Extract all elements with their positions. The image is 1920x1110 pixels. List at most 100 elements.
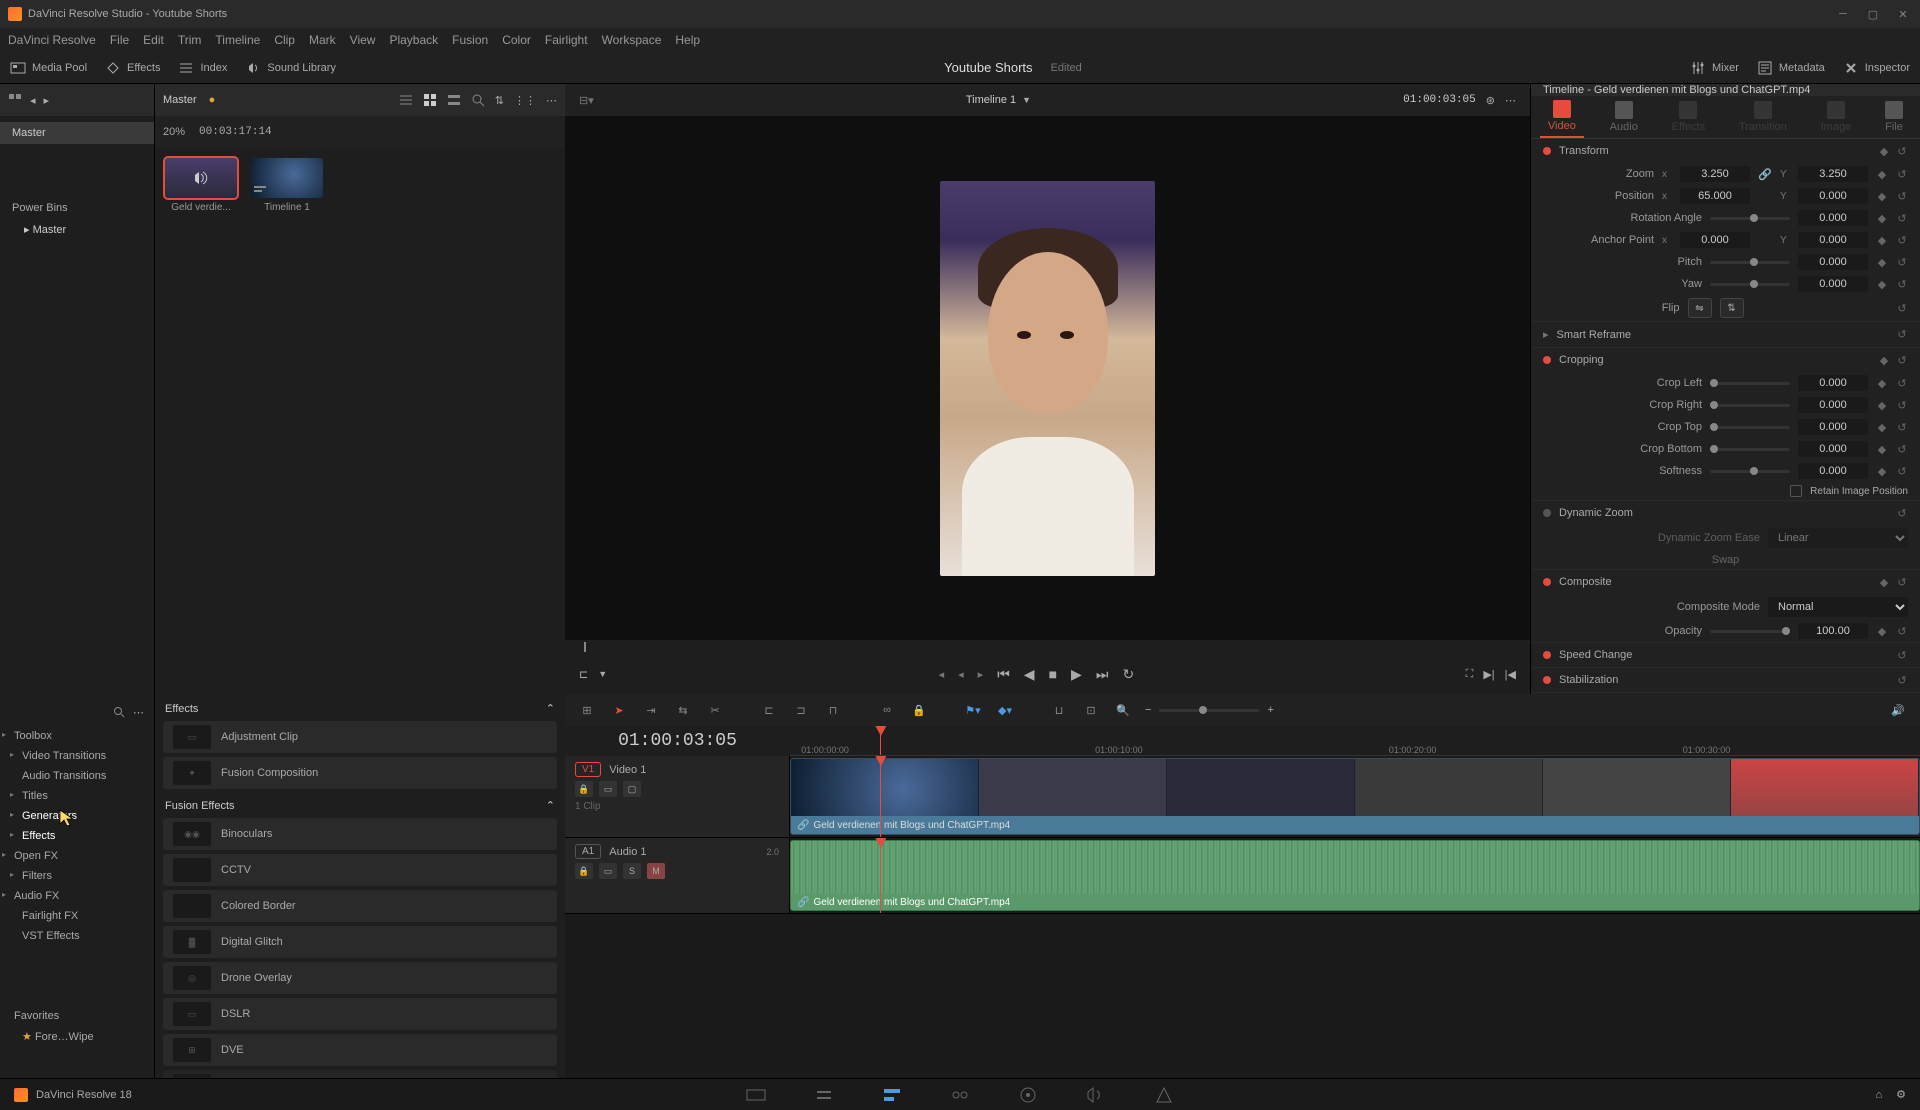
sort-icon[interactable]: ⇅ — [495, 94, 504, 107]
reset-icon[interactable]: ↺ — [1896, 168, 1908, 180]
track-auto-icon[interactable]: ▭ — [599, 781, 617, 797]
zoom-in-icon[interactable]: + — [1267, 704, 1273, 716]
retain-checkbox[interactable] — [1790, 485, 1802, 497]
match-frame-icon[interactable]: ◂ — [939, 668, 945, 681]
mark-in-icon[interactable]: ⊏ — [579, 668, 588, 681]
menu-item[interactable]: Edit — [143, 33, 164, 47]
yaw-slider[interactable] — [1710, 283, 1790, 286]
reset-icon[interactable]: ↺ — [1896, 145, 1908, 157]
viewer-zoom[interactable]: ⊟▾ — [579, 94, 594, 107]
reset-icon[interactable]: ↺ — [1896, 354, 1908, 366]
play-button[interactable]: ▶ — [1071, 666, 1082, 683]
viewer-timecode[interactable]: 01:00:03:05 — [1403, 94, 1476, 106]
crop-top-input[interactable] — [1798, 419, 1868, 435]
link-icon[interactable]: ∞ — [877, 700, 897, 720]
menu-item[interactable]: Playback — [389, 33, 438, 47]
pitch-slider[interactable] — [1710, 261, 1790, 264]
power-bins-header[interactable]: Power Bins — [0, 194, 154, 218]
media-clip[interactable]: Geld verdie... — [165, 158, 237, 213]
rotation-slider[interactable] — [1710, 217, 1790, 220]
effects-category[interactable]: Effects⌃ — [155, 694, 565, 719]
effect-item[interactable]: ⊞DVE — [163, 1034, 557, 1066]
stop-button[interactable]: ■ — [1049, 666, 1057, 682]
selection-tool[interactable]: ➤ — [609, 700, 629, 720]
fairlight-page-tab[interactable] — [1082, 1081, 1110, 1109]
tree-audio-transitions[interactable]: Audio Transitions — [0, 766, 154, 786]
zoom-full-icon[interactable]: 🔍 — [1113, 700, 1133, 720]
crop-bottom-slider[interactable] — [1710, 448, 1790, 451]
color-page-tab[interactable] — [1014, 1081, 1042, 1109]
timeline-timecode[interactable]: 01:00:03:05 — [565, 726, 790, 756]
pos-x-input[interactable] — [1680, 188, 1750, 204]
menu-item[interactable]: File — [110, 33, 129, 47]
crop-right-input[interactable] — [1798, 397, 1868, 413]
smart-reframe-header[interactable]: ▸Smart Reframe ↺ — [1531, 322, 1920, 347]
dynamic-trim-tool[interactable]: ⇆ — [673, 700, 693, 720]
mute-button[interactable]: M — [647, 863, 665, 879]
composite-header[interactable]: Composite ◆↺ — [1531, 570, 1920, 594]
tree-audiofx[interactable]: Audio FX — [0, 886, 154, 906]
timeline-view-icon[interactable]: ⊞ — [577, 700, 597, 720]
out-point-icon[interactable]: |◀ — [1505, 668, 1516, 681]
audio-track-header[interactable]: A1Audio 12.0 🔒 ▭ S M — [565, 838, 790, 913]
reset-icon[interactable]: ↺ — [1896, 302, 1908, 314]
reverse-button[interactable]: ◀ — [1024, 666, 1035, 683]
sound-library-toggle[interactable]: Sound Library — [245, 60, 336, 76]
audio-clip[interactable]: 🔗Geld verdienen mit Blogs und ChatGPT.mp… — [790, 840, 1920, 911]
zoom-x-input[interactable] — [1680, 166, 1750, 182]
menu-item[interactable]: Help — [675, 33, 700, 47]
viewer-canvas[interactable] — [565, 116, 1530, 640]
media-page-tab[interactable] — [742, 1081, 770, 1109]
keyframe-icon[interactable]: ◆ — [1876, 212, 1888, 224]
opacity-slider[interactable] — [1710, 630, 1790, 633]
mixer-toggle[interactable]: Mixer — [1690, 60, 1739, 76]
marker-icon[interactable]: ◆▾ — [995, 700, 1015, 720]
tree-video-transitions[interactable]: Video Transitions — [0, 746, 154, 766]
list-view-icon[interactable] — [399, 93, 413, 107]
pitch-input[interactable] — [1798, 254, 1868, 270]
media-clip[interactable]: Timeline 1 — [251, 158, 323, 213]
reset-icon[interactable]: ↺ — [1896, 329, 1908, 341]
fusion-page-tab[interactable] — [946, 1081, 974, 1109]
power-bin-master[interactable]: ▸ Master — [0, 218, 154, 241]
effect-item[interactable]: Night Vision — [163, 1070, 557, 1078]
chevron-down-icon[interactable]: ▼ — [598, 669, 607, 679]
tab-audio[interactable]: Audio — [1602, 97, 1646, 137]
trim-tool[interactable]: ⇥ — [641, 700, 661, 720]
track-lock-icon[interactable]: 🔒 — [575, 863, 593, 879]
home-icon[interactable]: ⌂ — [1875, 1089, 1882, 1101]
menu-item[interactable]: Fairlight — [545, 33, 588, 47]
composite-mode-select[interactable]: Normal — [1768, 597, 1908, 617]
menu-item[interactable]: View — [350, 33, 376, 47]
menu-item[interactable]: Workspace — [602, 33, 662, 47]
track-disable-icon[interactable]: ▢ — [623, 781, 641, 797]
zoom-percent[interactable]: 20% — [163, 126, 185, 138]
effect-item[interactable]: ✦Fusion Composition — [163, 757, 557, 789]
anchor-y-input[interactable] — [1798, 232, 1868, 248]
favorite-item[interactable]: ★ Fore…Wipe — [0, 1026, 154, 1047]
prev-edit-icon[interactable]: ◂ — [958, 668, 964, 681]
first-frame-button[interactable]: ⏮ — [997, 666, 1010, 683]
tree-titles[interactable]: Titles — [0, 786, 154, 806]
effects-toggle[interactable]: Effects — [105, 60, 160, 76]
reset-icon[interactable]: ↺ — [1896, 278, 1908, 290]
tab-video[interactable]: Video — [1540, 96, 1584, 138]
tree-toolbox[interactable]: Toolbox — [0, 726, 154, 746]
tab-file[interactable]: File — [1877, 97, 1911, 137]
stabilization-header[interactable]: Stabilization↺ — [1531, 668, 1920, 692]
tree-effects[interactable]: Effects — [0, 826, 154, 846]
keyframe-icon[interactable]: ◆ — [1876, 234, 1888, 246]
dynamic-zoom-header[interactable]: Dynamic Zoom ↺ — [1531, 501, 1920, 525]
effect-item[interactable]: ▭DSLR — [163, 998, 557, 1030]
audio-meter-icon[interactable]: 🔊 — [1888, 700, 1908, 720]
effect-item[interactable]: ◎Drone Overlay — [163, 962, 557, 994]
metadata-toggle[interactable]: Metadata — [1757, 60, 1825, 76]
flip-h-button[interactable]: ⇋ — [1688, 298, 1712, 318]
viewer-scrubber[interactable] — [565, 640, 1530, 654]
zoom-slider[interactable] — [1159, 709, 1259, 712]
index-toggle[interactable]: Index — [178, 60, 227, 76]
menu-item[interactable]: Color — [502, 33, 531, 47]
maximize-button[interactable]: ▢ — [1864, 5, 1882, 23]
link-icon[interactable]: 🔗 — [1758, 168, 1772, 181]
loop-button[interactable]: ↻ — [1122, 666, 1134, 683]
